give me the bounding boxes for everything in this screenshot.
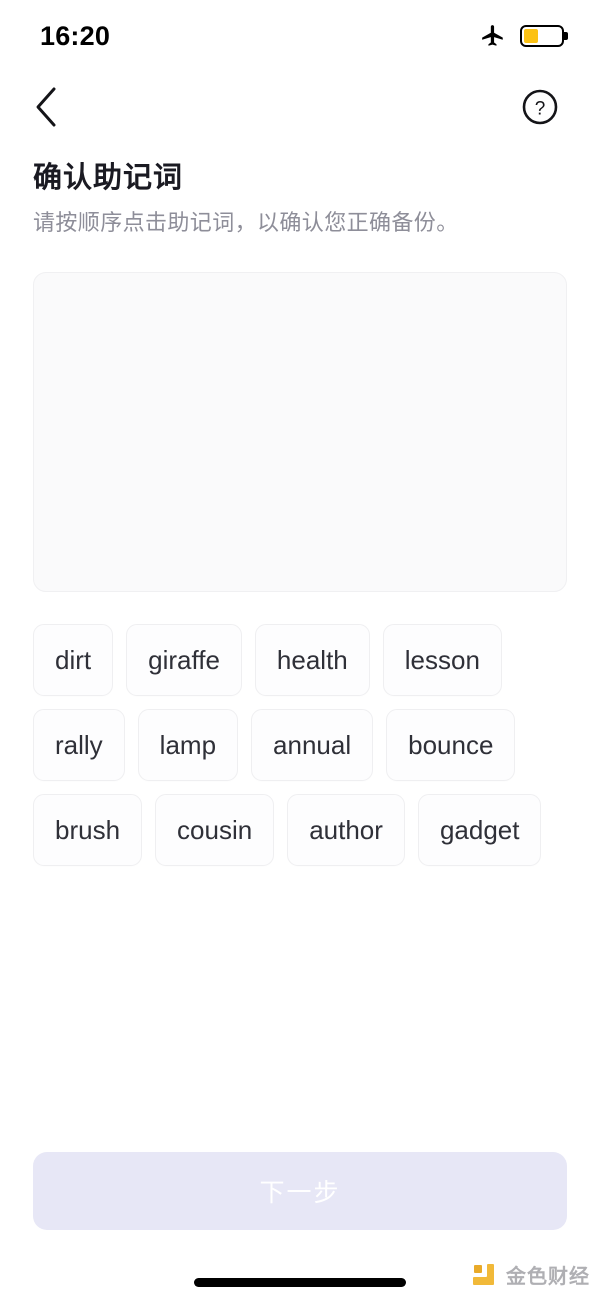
battery-icon	[520, 25, 564, 47]
word-chip[interactable]: cousin	[155, 794, 275, 866]
word-chip[interactable]: lesson	[382, 624, 502, 696]
word-chip[interactable]: dirt	[33, 624, 114, 696]
status-indicators	[480, 23, 564, 49]
page-title: 确认助记词	[33, 162, 184, 194]
help-button[interactable]: ?	[520, 87, 560, 127]
word-chip[interactable]: brush	[33, 794, 143, 866]
word-chip[interactable]: bounce	[386, 709, 516, 781]
word-pool: dirt giraffe health lesson rally lamp annual bo…	[33, 624, 567, 866]
word-chip[interactable]: author	[287, 794, 405, 866]
status-time: 16:20	[40, 20, 111, 51]
app-screen: 16:20 ? 确认助记词 请按顺序点击助记词，以确认您正确备份。 dirt g…	[0, 0, 600, 1299]
word-chip[interactable]: annual	[251, 709, 374, 781]
jinse-logo-icon	[473, 1263, 494, 1285]
navigation-bar: ?	[0, 76, 600, 138]
status-bar: 16:20	[0, 0, 600, 72]
airplane-mode-icon	[482, 25, 503, 46]
watermark-text: 金色财经	[506, 1266, 590, 1288]
watermark: 金色财经	[473, 1260, 590, 1289]
word-chip[interactable]: health	[254, 624, 370, 696]
selected-words-area[interactable]	[33, 272, 567, 592]
header-block: 确认助记词 请按顺序点击助记词，以确认您正确备份。	[33, 160, 567, 238]
next-button[interactable]: 下一步	[33, 1152, 567, 1230]
question-mark-circle-icon: ?	[522, 89, 558, 125]
word-chip[interactable]: giraffe	[126, 624, 242, 696]
word-chip[interactable]: gadget	[417, 794, 542, 866]
word-chip[interactable]: rally	[33, 709, 125, 781]
page-subtitle: 请按顺序点击助记词，以确认您正确备份。	[33, 210, 459, 236]
back-button[interactable]	[24, 85, 68, 129]
svg-text:?: ?	[535, 99, 546, 120]
battery-fill	[524, 29, 539, 43]
word-chip[interactable]: lamp	[137, 709, 239, 781]
home-indicator	[194, 1278, 406, 1287]
chevron-left-icon	[36, 87, 56, 127]
